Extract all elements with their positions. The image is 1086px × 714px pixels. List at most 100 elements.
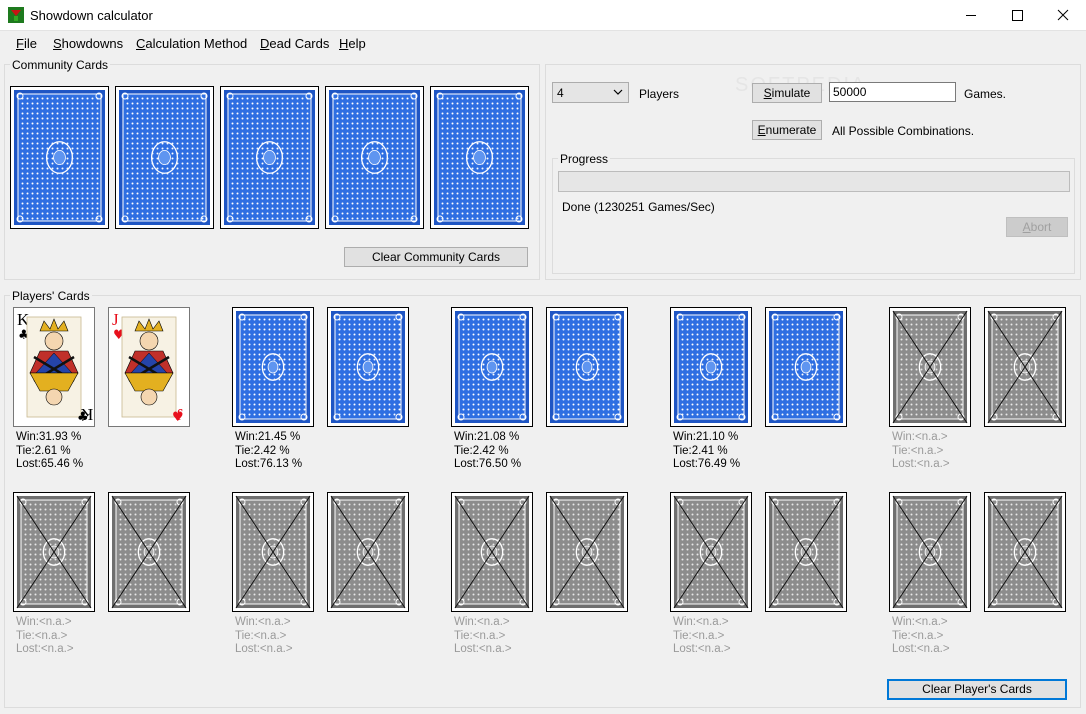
- player-4-card-2[interactable]: [765, 307, 847, 430]
- player-7-lost: Lost:<n.a.>: [235, 643, 293, 655]
- clear-community-cards-button[interactable]: Clear Community Cards: [344, 247, 528, 267]
- player-6-win: Win:<n.a.>: [16, 616, 72, 628]
- player-6-tie: Tie:<n.a.>: [16, 629, 68, 642]
- player-7-win: Win:<n.a.>: [235, 616, 291, 628]
- player-5-card-1[interactable]: [889, 307, 971, 430]
- player-2-tie: Tie:2.42 %: [235, 444, 290, 457]
- close-button[interactable]: [1040, 0, 1086, 31]
- abort-button[interactable]: Abort: [1006, 217, 1068, 237]
- player-9-lost: Lost:<n.a.>: [673, 643, 731, 655]
- games-label: Games.: [964, 87, 1007, 101]
- player-7-card-1[interactable]: [232, 492, 314, 615]
- player-10-tie: Tie:<n.a.>: [892, 629, 944, 642]
- player-3-tie: Tie:2.42 %: [454, 444, 509, 457]
- community-card-1[interactable]: [10, 86, 109, 232]
- players-select[interactable]: 4: [552, 82, 629, 103]
- player-1-lost: Lost:65.46 %: [16, 458, 84, 470]
- svg-text:♣: ♣: [77, 410, 89, 425]
- player-10-card-1[interactable]: [889, 492, 971, 615]
- window-title: Showdown calculator: [30, 8, 153, 23]
- player-3-lost: Lost:76.50 %: [454, 458, 522, 470]
- player-10-stats: Win:<n.a.> Tie:<n.a.> Lost:<n.a.>: [892, 616, 950, 657]
- player-8-card-1[interactable]: [451, 492, 533, 615]
- player-1-stats: Win:31.93 % Tie:2.61 % Lost:65.46 %: [16, 431, 83, 472]
- player-6-card-2[interactable]: [108, 492, 190, 615]
- maximize-button[interactable]: [994, 0, 1040, 31]
- player-3-win: Win:21.08 %: [454, 431, 520, 443]
- poker-table-icon: [8, 7, 24, 23]
- simulate-button[interactable]: Simulate: [752, 83, 822, 103]
- player-5-card-2[interactable]: [984, 307, 1066, 430]
- community-card-3[interactable]: [220, 86, 319, 232]
- players-cards-label: Players' Cards: [10, 289, 92, 303]
- svg-text:J: J: [112, 310, 119, 329]
- player-10-card-2[interactable]: [984, 492, 1066, 615]
- player-9-win: Win:<n.a.>: [673, 616, 729, 628]
- player-6-card-1[interactable]: [13, 492, 95, 615]
- menu-file[interactable]: File: [16, 36, 37, 51]
- player-4-lost: Lost:76.49 %: [673, 458, 741, 470]
- player-8-lost: Lost:<n.a.>: [454, 643, 512, 655]
- maximize-icon: [1012, 10, 1023, 21]
- player-8-stats: Win:<n.a.> Tie:<n.a.> Lost:<n.a.>: [454, 616, 512, 657]
- clear-players-cards-button[interactable]: Clear Player's Cards: [887, 679, 1067, 700]
- player-1-tie: Tie:2.61 %: [16, 444, 71, 457]
- close-icon: [1057, 9, 1069, 21]
- menu-calculation-method[interactable]: Calculation Method: [136, 36, 247, 51]
- player-5-lost: Lost:<n.a.>: [892, 458, 950, 470]
- player-6-lost: Lost:<n.a.>: [16, 643, 74, 655]
- progress-status: Done (1230251 Games/Sec): [562, 200, 715, 214]
- player-2-win: Win:21.45 %: [235, 431, 301, 443]
- chevron-down-icon: [613, 89, 623, 95]
- player-9-tie: Tie:<n.a.>: [673, 629, 725, 642]
- player-3-card-2[interactable]: [546, 307, 628, 430]
- player-3-card-1[interactable]: [451, 307, 533, 430]
- community-card-5[interactable]: [430, 86, 529, 232]
- player-8-tie: Tie:<n.a.>: [454, 629, 506, 642]
- player-7-tie: Tie:<n.a.>: [235, 629, 287, 642]
- minimize-button[interactable]: [948, 0, 994, 31]
- player-4-card-1[interactable]: [670, 307, 752, 430]
- community-cards-label: Community Cards: [10, 58, 111, 72]
- player-2-stats: Win:21.45 % Tie:2.42 % Lost:76.13 %: [235, 431, 302, 472]
- menu-bar: File Showdowns Calculation Method Dead C…: [0, 31, 1086, 55]
- community-card-4[interactable]: [325, 86, 424, 232]
- player-9-card-2[interactable]: [765, 492, 847, 615]
- player-8-card-2[interactable]: [546, 492, 628, 615]
- player-1-card-2[interactable]: J ♥ J ♥: [108, 307, 190, 430]
- player-4-stats: Win:21.10 % Tie:2.41 % Lost:76.49 %: [673, 431, 740, 472]
- player-6-stats: Win:<n.a.> Tie:<n.a.> Lost:<n.a.>: [16, 616, 74, 657]
- community-card-2[interactable]: [115, 86, 214, 232]
- menu-showdowns[interactable]: Showdowns: [53, 36, 123, 51]
- player-10-win: Win:<n.a.>: [892, 616, 948, 628]
- player-8-win: Win:<n.a.>: [454, 616, 510, 628]
- player-5-win: Win:<n.a.>: [892, 431, 948, 443]
- player-4-win: Win:21.10 %: [673, 431, 739, 443]
- player-1-card-1[interactable]: K ♣ K ♣: [13, 307, 95, 430]
- minimize-icon: [966, 15, 976, 16]
- player-2-lost: Lost:76.13 %: [235, 458, 303, 470]
- svg-text:♥: ♥: [172, 410, 184, 425]
- player-7-card-2[interactable]: [327, 492, 409, 615]
- player-5-stats: Win:<n.a.> Tie:<n.a.> Lost:<n.a.>: [892, 431, 950, 472]
- players-label: Players: [639, 87, 680, 101]
- player-2-card-1[interactable]: [232, 307, 314, 430]
- player-4-tie: Tie:2.41 %: [673, 444, 728, 457]
- player-9-stats: Win:<n.a.> Tie:<n.a.> Lost:<n.a.>: [673, 616, 731, 657]
- menu-dead-cards[interactable]: Dead Cards: [260, 36, 329, 51]
- players-select-value: 4: [557, 86, 564, 100]
- progress-bar: [558, 171, 1070, 192]
- player-5-tie: Tie:<n.a.>: [892, 444, 944, 457]
- player-10-lost: Lost:<n.a.>: [892, 643, 950, 655]
- games-count-input[interactable]: [829, 82, 956, 102]
- progress-label: Progress: [558, 152, 611, 166]
- player-3-stats: Win:21.08 % Tie:2.42 % Lost:76.50 %: [454, 431, 521, 472]
- menu-help[interactable]: Help: [339, 36, 366, 51]
- player-1-win: Win:31.93 %: [16, 431, 82, 443]
- player-9-card-1[interactable]: [670, 492, 752, 615]
- player-2-card-2[interactable]: [327, 307, 409, 430]
- title-bar: Showdown calculator: [0, 0, 1086, 31]
- player-7-stats: Win:<n.a.> Tie:<n.a.> Lost:<n.a.>: [235, 616, 293, 657]
- enumerate-description: All Possible Combinations.: [832, 124, 975, 138]
- enumerate-button[interactable]: Enumerate: [752, 120, 822, 140]
